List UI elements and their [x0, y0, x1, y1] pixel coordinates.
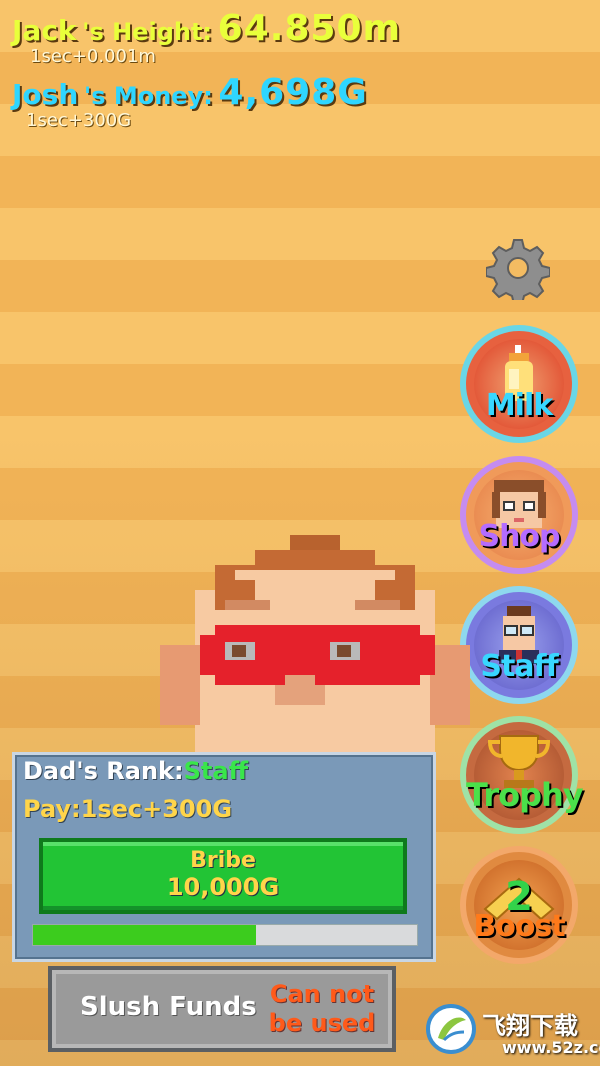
shop-button[interactable]: Shop — [460, 456, 578, 574]
milk-label: Milk — [485, 388, 553, 423]
rank-label: Dad's Rank: — [23, 757, 184, 785]
staff-button[interactable]: Staff — [460, 586, 578, 704]
slush-funds-label: Slush Funds — [80, 992, 257, 1022]
height-owner-name: Jack — [12, 14, 77, 47]
watermark: 飞翔下载 www.52z.com — [426, 1000, 600, 1064]
rank-row: Dad's Rank:Staff — [23, 757, 248, 785]
boost-label: Boost — [473, 909, 565, 944]
rank-progress-bar — [32, 924, 418, 946]
watermark-title: 飞翔下载 — [482, 1012, 578, 1040]
height-stat: Jack 's Height: 64.850m — [12, 8, 401, 49]
money-rate: 1sec+300G — [26, 110, 132, 131]
settings-button[interactable] — [485, 236, 551, 305]
bribe-button[interactable]: Bribe 10,000G — [39, 838, 407, 914]
gear-icon — [485, 239, 551, 305]
shop-label: Shop — [478, 519, 560, 554]
watermark-logo-icon — [426, 1004, 476, 1054]
trophy-button[interactable]: Trophy — [460, 716, 584, 834]
slush-funds-status: Can not be used — [268, 980, 376, 1037]
money-value: 4,698G — [218, 72, 368, 113]
bribe-cost: 10,000G — [166, 873, 280, 901]
money-label: 's Money: — [83, 82, 213, 110]
height-label: 's Height: — [82, 18, 213, 46]
slush-funds-button[interactable]: Slush Funds Can not be used — [48, 966, 396, 1052]
milk-button[interactable]: Milk — [460, 325, 578, 443]
trophy-label: Trophy — [466, 776, 584, 814]
dad-character — [160, 535, 470, 780]
money-owner-name: Josh — [12, 78, 79, 111]
rank-value: Staff — [183, 757, 249, 785]
watermark-url: www.52z.com — [502, 1038, 600, 1057]
staff-label: Staff — [480, 649, 558, 684]
pay-rate: Pay:1sec+300G — [23, 795, 233, 823]
boost-button[interactable]: 2 Boost — [460, 846, 578, 964]
rank-panel: Dad's Rank:Staff Pay:1sec+300G Bribe 10,… — [12, 752, 436, 962]
height-value: 64.850m — [217, 8, 402, 49]
bribe-label: Bribe — [190, 848, 256, 873]
rank-progress-fill — [33, 925, 256, 945]
money-stat: Josh 's Money: 4,698G — [12, 72, 368, 113]
height-rate: 1sec+0.001m — [30, 46, 156, 67]
